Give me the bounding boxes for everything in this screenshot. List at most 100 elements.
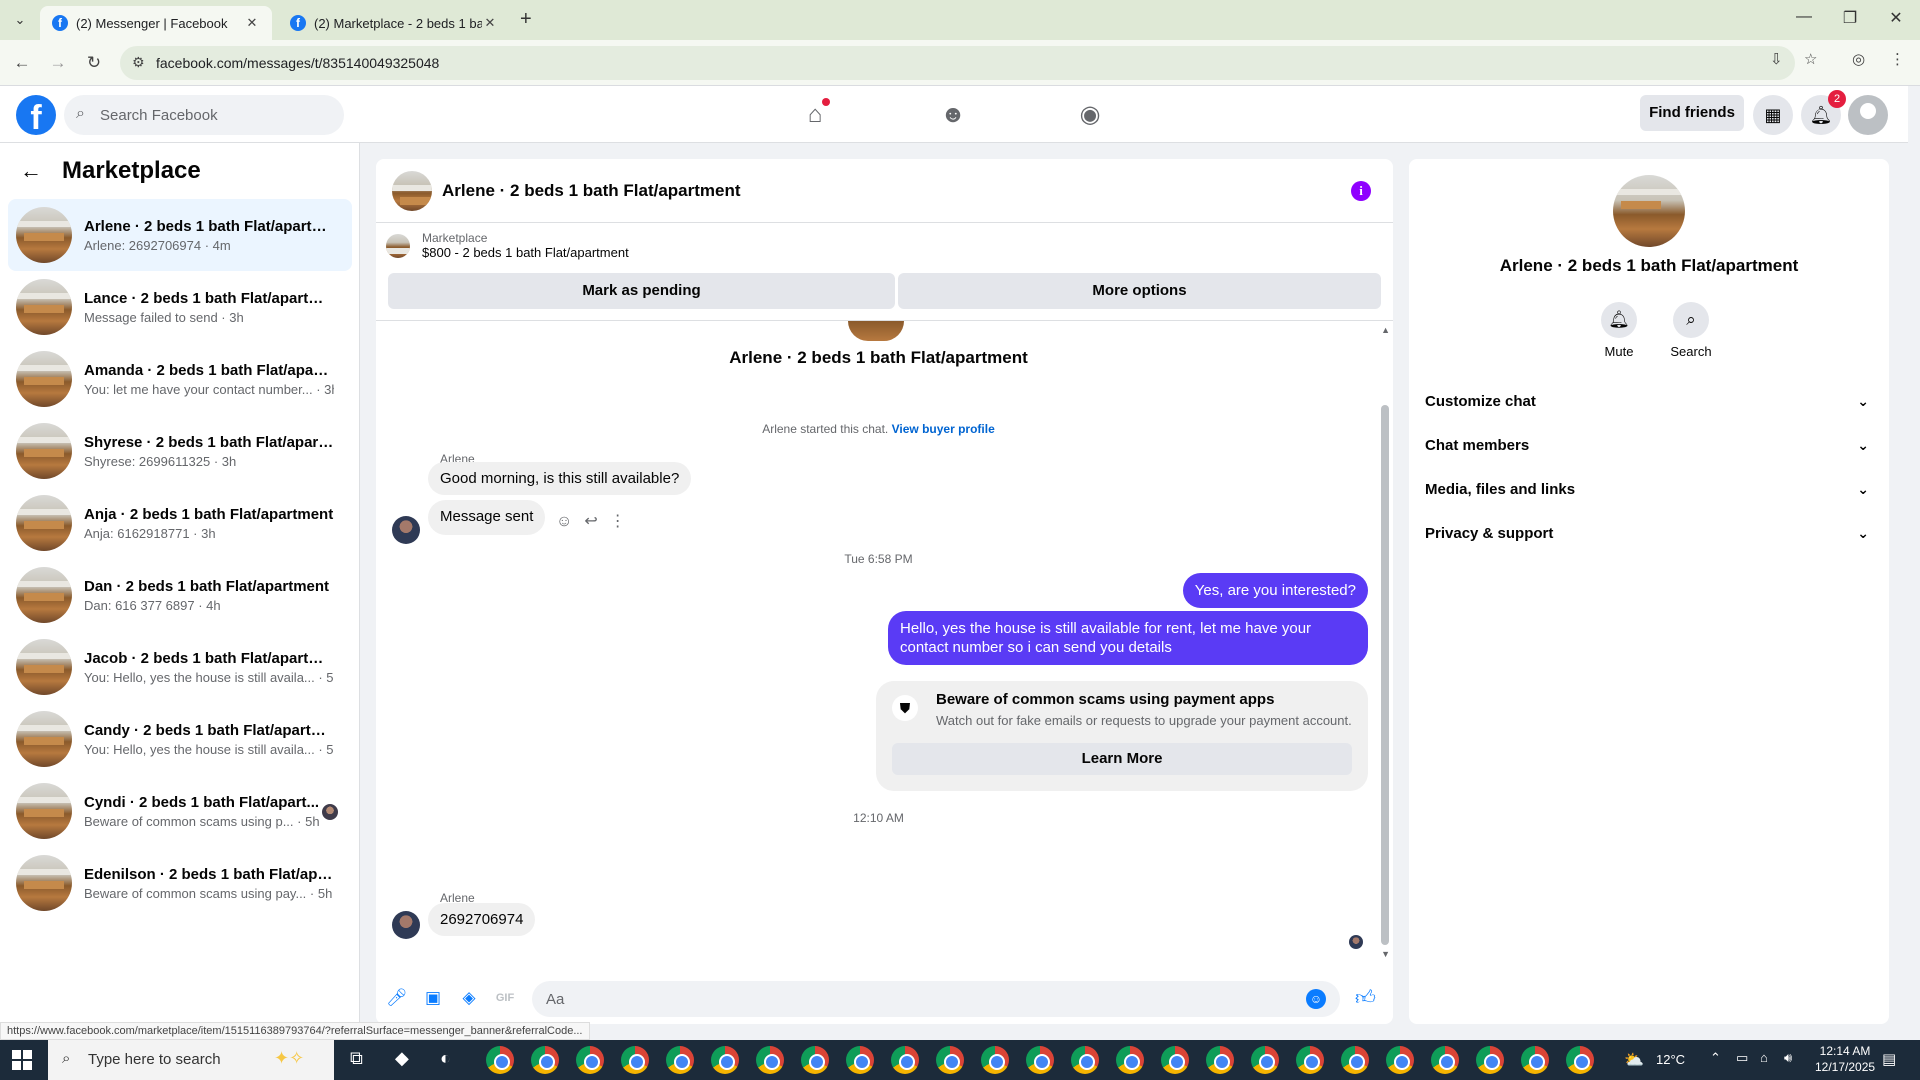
install-app-icon[interactable]: ⇩	[1770, 50, 1783, 68]
task-view-icon[interactable]: ⧉	[350, 1048, 363, 1069]
chrome-icon[interactable]	[1566, 1046, 1594, 1074]
browser-menu-icon[interactable]: ⋮	[1890, 50, 1905, 68]
chrome-icon[interactable]	[1341, 1046, 1369, 1074]
network-icon[interactable]: ⌂	[1760, 1050, 1768, 1065]
listing-banner[interactable]: Marketplace $800 - 2 beds 1 bath Flat/ap…	[386, 231, 629, 260]
conversation-item[interactable]: Amanda · 2 beds 1 bath Flat/apart... You:…	[8, 343, 352, 415]
customize-chat-item[interactable]: Customize chat ⌄	[1425, 381, 1873, 421]
gif-icon[interactable]: GIF	[494, 987, 516, 1009]
conversation-item[interactable]: Anja · 2 beds 1 bath Flat/apartment Anja:…	[8, 487, 352, 559]
reload-icon[interactable]: ↻	[82, 51, 106, 75]
restore-icon[interactable]: ❐	[1835, 8, 1865, 28]
conversation-item[interactable]: Cyndi · 2 beds 1 bath Flat/apart... Bewar…	[8, 775, 352, 847]
chat-title[interactable]: Arlene · 2 beds 1 bath Flat/apartment	[442, 181, 741, 201]
back-arrow-icon[interactable]: ←	[20, 158, 42, 184]
mark-as-pending-button[interactable]: Mark as pending	[388, 273, 895, 309]
sticker-icon[interactable]: ◈	[458, 987, 480, 1009]
copilot-icon[interactable]: ◆	[395, 1048, 409, 1069]
chrome-icon[interactable]	[936, 1046, 964, 1074]
profile-icon[interactable]: ◎	[1852, 50, 1865, 68]
sender-avatar[interactable]	[392, 911, 420, 939]
chrome-icon[interactable]	[531, 1046, 559, 1074]
chrome-icon[interactable]	[621, 1046, 649, 1074]
chrome-icon[interactable]	[846, 1046, 874, 1074]
scroll-down-icon[interactable]: ▼	[1381, 949, 1390, 959]
like-thumb-icon[interactable]: 👍︎	[1355, 986, 1376, 1010]
temperature[interactable]: 12°C	[1656, 1052, 1685, 1067]
chrome-icon[interactable]	[1296, 1046, 1324, 1074]
close-tab-icon[interactable]: ✕	[482, 15, 498, 31]
device-icon[interactable]: ▭	[1736, 1050, 1748, 1066]
back-icon[interactable]: ←	[10, 51, 34, 75]
groups-icon[interactable]: ◉	[1075, 100, 1105, 130]
conversation-item[interactable]: Dan · 2 beds 1 bath Flat/apartment Dan: 6…	[8, 559, 352, 631]
chrome-icon[interactable]	[711, 1046, 739, 1074]
chrome-icon[interactable]	[576, 1046, 604, 1074]
conversation-item[interactable]: Shyrese · 2 beds 1 bath Flat/apart... Shy…	[8, 415, 352, 487]
attach-photo-icon[interactable]: ▣	[422, 987, 444, 1009]
conversation-item[interactable]: Jacob · 2 beds 1 bath Flat/apartment You:…	[8, 631, 352, 703]
minimize-icon[interactable]: —	[1789, 8, 1819, 26]
facebook-search[interactable]: ⌕	[64, 95, 344, 135]
windows-start-icon[interactable]	[12, 1050, 32, 1070]
forward-icon[interactable]: →	[46, 51, 70, 75]
bell-icon[interactable]: 🔔︎	[1601, 302, 1637, 338]
chrome-icon[interactable]	[801, 1046, 829, 1074]
listing-thumbnail[interactable]	[392, 170, 432, 211]
chrome-icon[interactable]	[1431, 1046, 1459, 1074]
taskbar-search[interactable]: ⌕ Type here to search ✦✧	[48, 1040, 334, 1080]
new-tab-button[interactable]: +	[520, 8, 532, 31]
view-buyer-profile-link[interactable]: View buyer profile	[892, 422, 995, 436]
search-input[interactable]	[100, 95, 330, 135]
chrome-icon[interactable]	[1476, 1046, 1504, 1074]
omnibox[interactable]: ⚙ facebook.com/messages/t/83514004932504…	[120, 46, 1795, 80]
emoji-icon[interactable]: ☺	[1306, 989, 1326, 1009]
close-window-icon[interactable]: ✕	[1881, 8, 1911, 28]
volume-icon[interactable]: 🔊︎	[1784, 1050, 1792, 1066]
conversation-item[interactable]: Candy · 2 beds 1 bath Flat/apartm... You:…	[8, 703, 352, 775]
notification-center-icon[interactable]: ▤	[1882, 1050, 1896, 1068]
sender-avatar[interactable]	[392, 516, 420, 544]
chrome-icon[interactable]	[486, 1046, 514, 1074]
friends-icon[interactable]: ☻	[938, 100, 968, 130]
outgoing-message[interactable]: Hello, yes the house is still available …	[888, 611, 1368, 665]
conversation-item[interactable]: Lance · 2 beds 1 bath Flat/apartment Mess…	[8, 271, 352, 343]
incoming-message[interactable]: Good morning, is this still available?	[428, 462, 692, 495]
chrome-icon[interactable]	[1161, 1046, 1189, 1074]
voice-clip-icon[interactable]: 🎤︎	[386, 987, 408, 1009]
conversation-item[interactable]: Edenilson · 2 beds 1 bath Flat/apar... Be…	[8, 847, 352, 919]
incoming-message[interactable]: 2692706974	[428, 903, 536, 936]
more-options-button[interactable]: More options	[898, 273, 1381, 309]
chrome-icon[interactable]	[1071, 1046, 1099, 1074]
site-info-icon[interactable]: ⚙	[132, 54, 145, 71]
outgoing-message[interactable]: Yes, are you interested?	[1182, 573, 1368, 608]
more-icon[interactable]: ⋮	[610, 513, 626, 530]
chrome-icon[interactable]	[1521, 1046, 1549, 1074]
chrome-icon[interactable]	[981, 1046, 1009, 1074]
bookmark-star-icon[interactable]: ☆	[1804, 50, 1817, 68]
browser-tab-marketplace[interactable]: f (2) Marketplace - 2 beds 1 bath ✕	[278, 6, 510, 40]
search-action[interactable]: ⌕ Search	[1661, 302, 1721, 359]
message-input[interactable]	[532, 981, 1340, 1017]
chrome-icon[interactable]	[1386, 1046, 1414, 1074]
learn-more-button[interactable]: Learn More	[892, 743, 1352, 775]
reply-icon[interactable]: ↩	[584, 513, 597, 530]
scrollbar-thumb[interactable]	[1381, 405, 1389, 945]
info-icon[interactable]: i	[1351, 181, 1371, 201]
chat-members-item[interactable]: Chat members ⌄	[1425, 425, 1873, 465]
weather-icon[interactable]: ⛅	[1624, 1050, 1644, 1070]
chrome-icon[interactable]	[756, 1046, 784, 1074]
account-avatar[interactable]	[1848, 95, 1888, 135]
app-icon[interactable]: ◐	[440, 1048, 451, 1069]
find-friends-button[interactable]: Find friends	[1640, 95, 1744, 131]
system-clock[interactable]: 12:14 AM 12/17/2025	[1815, 1043, 1875, 1075]
mute-action[interactable]: 🔔︎ Mute	[1589, 302, 1649, 359]
tray-chevron-icon[interactable]: ⌃	[1710, 1050, 1721, 1066]
incoming-message[interactable]: Message sent	[428, 500, 546, 535]
browser-tab-messenger[interactable]: f (2) Messenger | Facebook ✕	[40, 6, 272, 40]
close-tab-icon[interactable]: ✕	[244, 15, 260, 31]
chrome-icon[interactable]	[1251, 1046, 1279, 1074]
chrome-icon[interactable]	[1026, 1046, 1054, 1074]
facebook-logo-icon[interactable]: f	[16, 95, 56, 135]
chrome-icon[interactable]	[891, 1046, 919, 1074]
